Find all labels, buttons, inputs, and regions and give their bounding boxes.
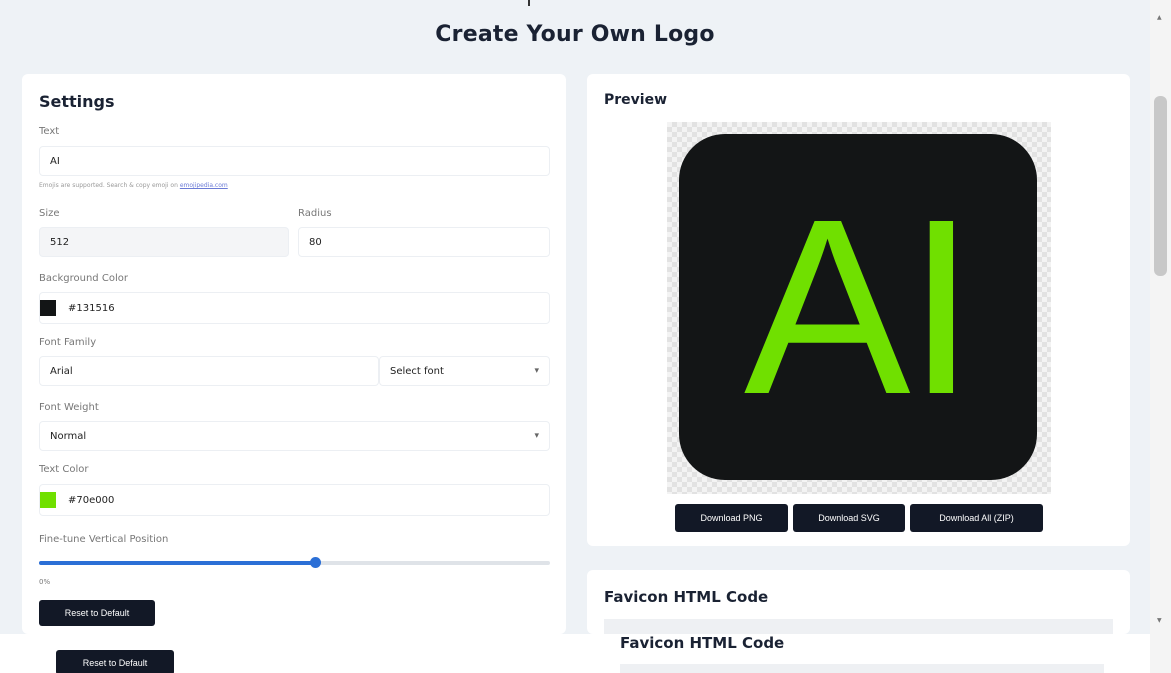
reset-to-default-button[interactable]: Reset to Default [39,600,155,626]
favicon-code-panel: Favicon HTML Code [587,570,1130,634]
download-png-button[interactable]: Download PNG [675,504,788,532]
font-weight-label: Font Weight [39,402,99,413]
triangle-up-icon[interactable]: ▲ [1157,14,1162,21]
background-color-swatch[interactable] [40,300,56,316]
preview-title: Preview [604,92,668,108]
scrollbar[interactable]: ▲ ▼ [1150,0,1171,673]
vertical-position-label: Fine-tune Vertical Position [39,534,169,545]
download-all-zip-button[interactable]: Download All (ZIP) [910,504,1043,532]
logo-preview-canvas: AI [667,122,1051,494]
vertical-position-value: 0% [39,578,51,586]
favicon-code-box [604,619,1113,634]
preview-panel: Preview AI Download PNG Download SVG Dow… [587,74,1130,546]
text-color-input[interactable]: #70e000 [39,484,550,516]
text-input-value: AI [50,155,60,167]
slider-fill [39,561,315,565]
background-color-label: Background Color [39,273,128,284]
font-weight-value: Normal [50,430,87,442]
download-svg-button[interactable]: Download SVG [793,504,905,532]
size-label: Size [39,208,60,219]
select-font-label: Select font [390,365,444,377]
text-input[interactable]: AI [39,146,550,176]
text-color-value: #70e000 [68,494,115,506]
emoji-hint: Emojis are supported. Search & copy emoj… [39,182,228,189]
triangle-down-icon[interactable]: ▼ [1157,617,1162,624]
scrollbar-thumb-secondary[interactable] [1154,172,1167,276]
chevron-down-icon: ▾ [534,431,539,441]
page-title: Create Your Own Logo [435,22,715,47]
size-input[interactable]: 512 [39,227,289,257]
font-family-label: Font Family [39,337,97,348]
background-color-input[interactable]: #131516 [39,292,550,324]
settings-title: Settings [39,92,115,111]
logo-preview-text: AI [743,167,976,446]
chevron-down-icon: ▾ [534,366,539,376]
font-family-value: Arial [50,365,73,377]
radius-input-value: 80 [309,236,322,248]
slider-thumb[interactable] [309,557,321,568]
font-weight-dropdown[interactable]: Normal ▾ [39,421,550,451]
background-color-value: #131516 [68,302,115,314]
overlay-reset-button[interactable]: Reset to Default [56,650,174,673]
radius-label: Radius [298,208,332,219]
font-family-input[interactable]: Arial [39,356,379,386]
text-color-swatch[interactable] [40,492,56,508]
emoji-hint-text: Emojis are supported. Search & copy emoj… [39,182,178,189]
logo-preview: AI [679,134,1037,480]
select-font-dropdown[interactable]: Select font ▾ [379,356,550,386]
overlay-favicon-code-box [620,664,1104,673]
top-edge-mark [528,0,530,6]
emoji-hint-link[interactable]: emojipedia.com [180,182,228,189]
overlay-strip: Reset to Default Favicon HTML Code [0,634,1150,673]
settings-panel: Settings Text AI Emojis are supported. S… [22,74,566,634]
text-label: Text [39,126,60,137]
text-color-label: Text Color [39,464,89,475]
overlay-favicon-title: Favicon HTML Code [620,634,785,652]
size-input-value: 512 [50,236,70,248]
radius-input[interactable]: 80 [298,227,550,257]
favicon-title: Favicon HTML Code [604,588,769,606]
vertical-position-slider[interactable] [39,557,550,568]
